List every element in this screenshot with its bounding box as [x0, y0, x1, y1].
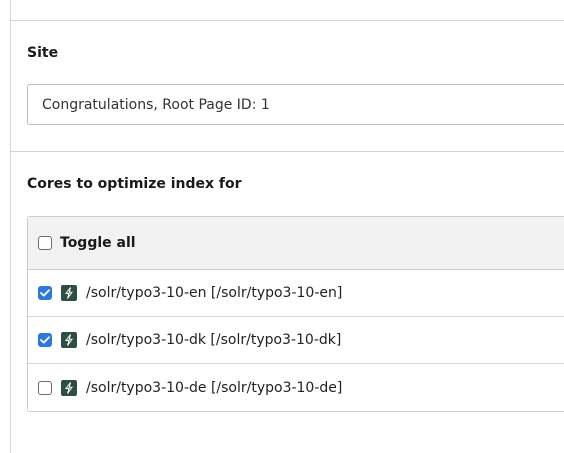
core-checkbox-de[interactable] [38, 380, 52, 395]
core-row-en: /solr/typo3-10-en [/solr/typo3-10-en] [28, 270, 564, 317]
left-border [10, 0, 11, 453]
core-label-de[interactable]: /solr/typo3-10-de [/solr/typo3-10-de] [86, 380, 342, 396]
core-checkbox-dk[interactable] [38, 333, 52, 347]
cores-heading: Cores to optimize index for [27, 176, 242, 192]
core-checkbox-en[interactable] [38, 286, 52, 300]
core-row-de: /solr/typo3-10-de [/solr/typo3-10-de] [28, 364, 564, 411]
core-row-dk: /solr/typo3-10-dk [/solr/typo3-10-dk] [28, 317, 564, 364]
toggle-all-checkbox[interactable] [38, 236, 52, 250]
site-select[interactable]: Congratulations, Root Page ID: 1 [27, 84, 564, 125]
core-label-dk[interactable]: /solr/typo3-10-dk [/solr/typo3-10-dk] [86, 332, 341, 348]
solr-core-icon [61, 379, 77, 396]
solr-core-icon [61, 332, 77, 348]
site-select-value: Congratulations, Root Page ID: 1 [42, 96, 270, 113]
cores-table: Toggle all /solr/typo3-10-en [/solr/typo… [27, 216, 564, 412]
toggle-all-label[interactable]: Toggle all [60, 235, 136, 251]
solr-core-icon [61, 285, 77, 301]
top-divider [10, 20, 564, 21]
toggle-all-row: Toggle all [28, 217, 564, 270]
core-label-en[interactable]: /solr/typo3-10-en [/solr/typo3-10-en] [86, 285, 342, 301]
site-heading: Site [27, 45, 59, 61]
section-divider [10, 151, 564, 152]
